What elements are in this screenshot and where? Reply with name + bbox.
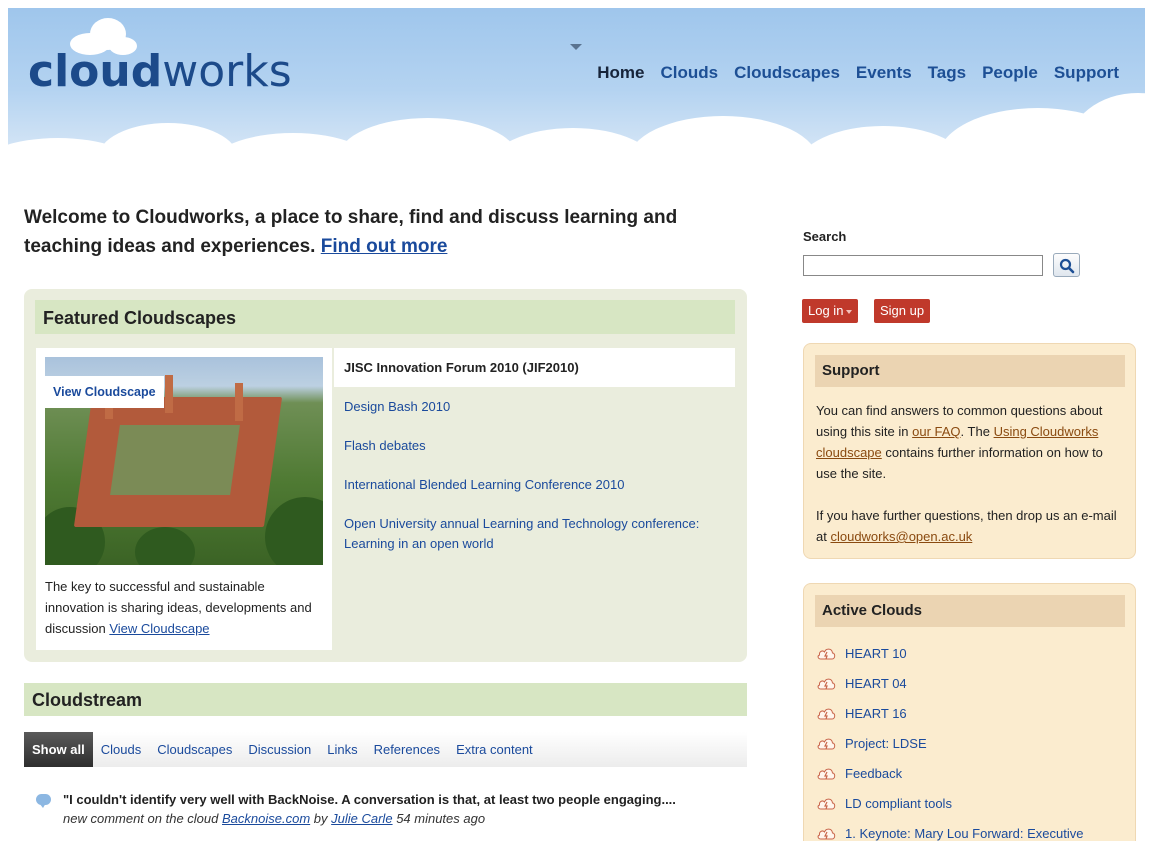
site-logo[interactable]: cloudworks [28,50,292,94]
featured-card: View Cloudscape The key to successful an… [36,348,332,650]
tab-discussion[interactable]: Discussion [240,742,319,757]
stream-author-link[interactable]: Julie Carle [331,811,392,826]
caption-view-cloudscape-link[interactable]: View Cloudscape [109,621,209,636]
tab-references[interactable]: References [366,742,448,757]
view-cloudscape-badge[interactable]: View Cloudscape [45,376,164,408]
cloud-icon [817,678,836,690]
featured-list: JISC Innovation Forum 2010 (JIF2010) Des… [334,348,735,554]
cloud-icon [817,648,836,660]
active-clouds-panel: Active Clouds HEART 10 HEART 04 HEART 16… [803,583,1136,841]
main-nav: Home Clouds Cloudscapes Events Tags Peop… [597,63,1119,83]
nav-tags[interactable]: Tags [928,63,966,83]
signup-button[interactable]: Sign up [874,299,931,323]
active-clouds-heading: Active Clouds [815,595,1125,627]
nav-events[interactable]: Events [856,63,912,83]
cloud-icon [817,738,836,750]
featured-item[interactable]: Flash debates [334,426,735,465]
list-item[interactable]: LD compliant tools [816,794,1126,824]
cloud-icon [817,828,836,840]
nav-cloudscapes[interactable]: Cloudscapes [734,63,840,83]
nav-support[interactable]: Support [1054,63,1119,83]
magnifier-icon [1059,258,1075,274]
cloudstream-heading: Cloudstream [24,683,747,716]
stream-item-title[interactable]: "I couldn't identify very well with Back… [63,792,676,807]
list-item[interactable]: HEART 04 [816,674,1126,704]
search-button[interactable] [1053,253,1080,277]
site-header: cloudworks Home Clouds Cloudscapes Event… [8,8,1145,190]
stream-cloud-link[interactable]: Backnoise.com [222,811,310,826]
list-item[interactable]: Feedback [816,764,1126,794]
featured-item[interactable]: Design Bash 2010 [334,387,735,426]
list-item[interactable]: HEART 10 [816,644,1126,674]
support-panel: Support You can find answers to common q… [803,343,1136,559]
nav-home[interactable]: Home [597,63,644,83]
featured-item[interactable]: Open University annual Learning and Tech… [334,504,735,554]
support-text: You can find answers to common questions… [816,403,1117,544]
email-link[interactable]: cloudworks@open.ac.uk [830,529,972,544]
list-item[interactable]: Project: LDSE [816,734,1126,764]
tab-show-all[interactable]: Show all [24,732,93,767]
search-input[interactable] [803,255,1043,276]
search-label: Search [803,229,847,244]
nav-clouds[interactable]: Clouds [661,63,719,83]
nav-indicator-icon [570,44,582,50]
list-item[interactable]: HEART 16 [816,704,1126,734]
cloud-icon [817,708,836,720]
featured-heading: Featured Cloudscapes [35,300,735,334]
faq-link[interactable]: our FAQ [912,424,960,439]
list-item[interactable]: 1. Keynote: Mary Lou Forward: Executive [816,824,1126,841]
featured-caption: The key to successful and sustainable in… [45,579,312,636]
tab-links[interactable]: Links [319,742,365,757]
cloud-icon [817,798,836,810]
welcome-intro: Welcome to Cloudworks, a place to share,… [24,203,724,261]
cloud-icon [817,768,836,780]
find-out-more-link[interactable]: Find out more [321,236,448,257]
nav-people[interactable]: People [982,63,1038,83]
caret-down-icon [846,309,853,314]
stream-item-meta: new comment on the cloud Backnoise.com b… [63,811,486,826]
tab-clouds[interactable]: Clouds [93,742,149,757]
featured-cloudscapes-panel: Featured Cloudscapes View Cloudscape The… [24,289,747,662]
login-button[interactable]: Log in [802,299,859,323]
support-heading: Support [815,355,1125,387]
comment-bubble-icon [36,794,51,808]
cloudstream-tabs: Show all Clouds Cloudscapes Discussion L… [24,732,747,767]
featured-item[interactable]: International Blended Learning Conferenc… [334,465,735,504]
tab-cloudscapes[interactable]: Cloudscapes [149,742,240,757]
featured-item-selected[interactable]: JISC Innovation Forum 2010 (JIF2010) [334,348,735,387]
active-clouds-list: HEART 10 HEART 04 HEART 16 Project: LDSE… [816,644,1126,841]
tab-extra-content[interactable]: Extra content [448,742,541,757]
